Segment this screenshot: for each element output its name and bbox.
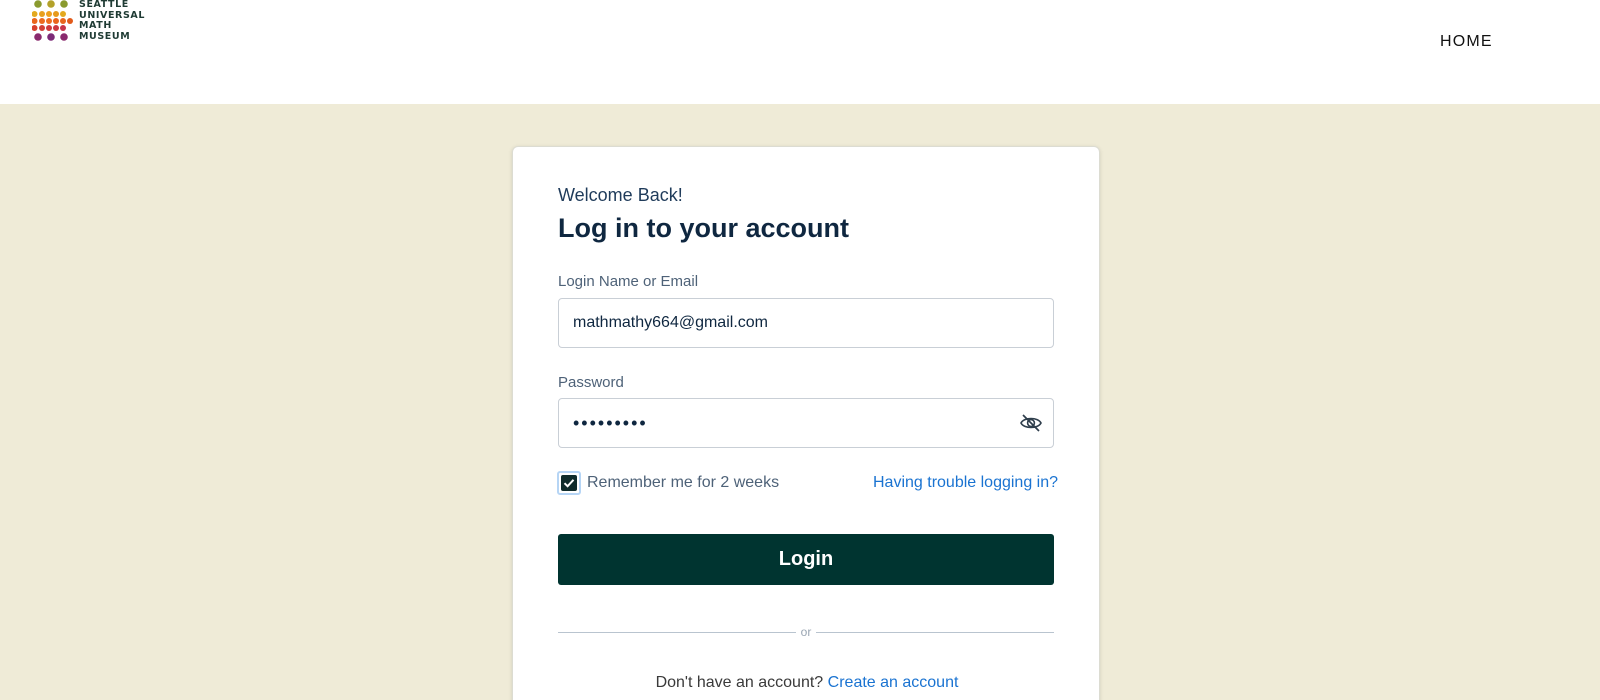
email-label: Login Name or Email xyxy=(558,273,699,290)
remember-me-checkbox[interactable] xyxy=(557,471,581,495)
login-card: Welcome Back! Log in to your account Log… xyxy=(512,146,1100,700)
checkmark-icon xyxy=(563,479,575,488)
logo-line: MUSEUM xyxy=(79,30,131,42)
logo-wordmark: SEATTLE UNIVERSAL MATH MUSEUM xyxy=(79,0,145,42)
checkbox-fill xyxy=(561,475,577,491)
trouble-logging-in-link[interactable]: Having trouble logging in? xyxy=(873,474,1058,492)
site-header: SEATTLE UNIVERSAL MATH MUSEUM HOME xyxy=(0,0,1600,104)
signup-prompt: Don't have an account? Create an account xyxy=(513,674,1101,692)
password-label: Password xyxy=(558,374,624,391)
logo-dots-icon xyxy=(32,0,73,41)
email-field[interactable] xyxy=(558,298,1054,348)
remember-me-label[interactable]: Remember me for 2 weeks xyxy=(587,474,779,492)
welcome-text: Welcome Back! xyxy=(558,185,683,205)
login-button[interactable]: Login xyxy=(558,534,1054,585)
hide-password-icon[interactable] xyxy=(1019,413,1043,433)
logo-line: SEATTLE xyxy=(79,0,129,10)
no-account-text: Don't have an account? xyxy=(655,674,824,691)
museum-logo[interactable]: SEATTLE UNIVERSAL MATH MUSEUM xyxy=(32,0,162,44)
create-account-link[interactable]: Create an account xyxy=(828,674,959,691)
nav-home-link[interactable]: HOME xyxy=(1440,33,1493,51)
page-title: Log in to your account xyxy=(558,213,849,243)
divider-line xyxy=(816,632,1054,633)
logo-line: MATH xyxy=(79,20,112,31)
or-divider: or xyxy=(558,625,1054,639)
password-field[interactable] xyxy=(558,398,1054,448)
